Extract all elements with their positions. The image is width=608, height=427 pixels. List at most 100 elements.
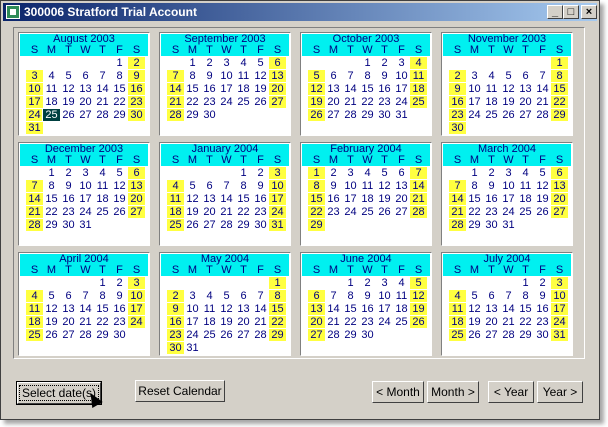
day-cell[interactable]: 20 [308, 316, 325, 328]
day-cell[interactable]: 7 [449, 180, 466, 192]
day-cell[interactable]: 22 [43, 206, 60, 218]
day-cell[interactable]: 1 [111, 57, 128, 69]
day-cell[interactable]: 2 [252, 167, 269, 179]
day-cell[interactable]: 1 [184, 57, 201, 69]
day-cell[interactable]: 10 [393, 70, 410, 82]
day-cell[interactable]: 29 [551, 109, 568, 121]
day-cell[interactable]: 22 [551, 96, 568, 108]
day-cell[interactable]: 28 [500, 329, 517, 341]
day-cell[interactable]: 18 [517, 193, 534, 205]
day-cell[interactable]: 10 [26, 83, 43, 95]
month-calendar[interactable]: October 2003 S M T W T F S 1 2 3 4 5 6 7 8 9 10 11 12 13 14 15… [300, 32, 432, 136]
day-cell[interactable]: 19 [60, 96, 77, 108]
day-cell[interactable]: 1 [359, 57, 376, 69]
month-calendar[interactable]: June 2004 S M T W T F S 1 2 3 4 5 6 7 8 9 10 11 12 13 14 15 16 1… [300, 252, 432, 356]
day-cell[interactable]: 27 [551, 206, 568, 218]
day-cell[interactable]: 20 [60, 316, 77, 328]
day-cell[interactable]: 29 [184, 109, 201, 121]
day-cell[interactable]: 3 [376, 277, 393, 289]
day-cell[interactable]: 23 [449, 109, 466, 121]
day-cell[interactable]: 28 [218, 219, 235, 231]
day-cell[interactable]: 9 [483, 180, 500, 192]
day-cell[interactable]: 23 [252, 206, 269, 218]
day-cell[interactable]: 6 [60, 290, 77, 302]
day-cell[interactable]: 6 [77, 70, 94, 82]
day-cell[interactable]: 7 [94, 70, 111, 82]
day-cell[interactable]: 18 [393, 303, 410, 315]
day-cell[interactable]: 28 [534, 109, 551, 121]
day-cell[interactable]: 21 [252, 316, 269, 328]
day-cell[interactable]: 6 [393, 167, 410, 179]
day-cell[interactable]: 28 [94, 109, 111, 121]
day-cell[interactable]: 9 [359, 290, 376, 302]
day-cell[interactable]: 1 [94, 277, 111, 289]
day-cell[interactable]: 2 [111, 277, 128, 289]
day-cell[interactable]: 1 [551, 57, 568, 69]
day-cell[interactable]: 12 [111, 180, 128, 192]
day-cell[interactable]: 19 [111, 193, 128, 205]
day-cell[interactable]: 5 [111, 167, 128, 179]
day-cell[interactable]: 21 [26, 206, 43, 218]
day-cell[interactable]: 21 [449, 206, 466, 218]
day-cell[interactable]: 12 [466, 303, 483, 315]
day-cell[interactable]: 10 [500, 180, 517, 192]
day-cell[interactable]: 30 [111, 329, 128, 341]
close-button[interactable]: × [581, 5, 597, 19]
day-cell[interactable]: 30 [201, 109, 218, 121]
day-cell[interactable]: 18 [167, 206, 184, 218]
month-calendar[interactable]: December 2003 S M T W T F S 1 2 3 4 5 6 7 8 9 10 11 12 13 14 1… [18, 142, 150, 246]
day-cell[interactable]: 20 [77, 96, 94, 108]
day-cell[interactable]: 3 [393, 57, 410, 69]
day-cell[interactable]: 21 [534, 96, 551, 108]
day-cell[interactable]: 27 [128, 206, 145, 218]
day-cell[interactable]: 7 [500, 290, 517, 302]
day-cell[interactable]: 15 [184, 83, 201, 95]
day-cell[interactable]: 13 [77, 83, 94, 95]
day-cell[interactable]: 21 [218, 206, 235, 218]
day-cell[interactable]: 8 [342, 290, 359, 302]
day-cell[interactable]: 24 [128, 316, 145, 328]
day-cell[interactable]: 27 [201, 219, 218, 231]
day-cell[interactable]: 28 [342, 109, 359, 121]
day-cell[interactable]: 15 [359, 83, 376, 95]
day-cell[interactable]: 3 [77, 167, 94, 179]
day-cell[interactable]: 1 [235, 167, 252, 179]
day-cell[interactable]: 21 [167, 96, 184, 108]
day-cell[interactable]: 2 [534, 277, 551, 289]
day-cell[interactable]: 14 [252, 303, 269, 315]
day-cell[interactable]: 17 [551, 303, 568, 315]
day-cell[interactable]: 16 [60, 193, 77, 205]
day-cell[interactable]: 5 [43, 290, 60, 302]
day-cell[interactable]: 28 [167, 109, 184, 121]
day-cell[interactable]: 7 [410, 167, 427, 179]
day-cell[interactable]: 3 [342, 167, 359, 179]
day-cell[interactable]: 10 [269, 180, 286, 192]
month-calendar[interactable]: January 2004 S M T W T F S 1 2 3 4 5 6 7 8 9 10 11 12 13 14 15… [159, 142, 291, 246]
day-cell[interactable]: 13 [308, 303, 325, 315]
day-cell[interactable]: 11 [359, 180, 376, 192]
month-calendar[interactable]: February 2004 S M T W T F S 1 2 3 4 5 6 7 8 9 10 11 12 13 14 1… [300, 142, 432, 246]
day-cell[interactable]: 3 [466, 70, 483, 82]
day-cell[interactable]: 26 [43, 329, 60, 341]
day-cell[interactable]: 24 [466, 109, 483, 121]
day-cell[interactable]: 10 [466, 83, 483, 95]
month-calendar[interactable]: July 2004 S M T W T F S 1 2 3 4 5 6 7 8 9 10 11 12 13 14 15 16 1… [441, 252, 573, 356]
day-cell[interactable]: 17 [26, 96, 43, 108]
day-cell[interactable]: 7 [167, 70, 184, 82]
day-cell[interactable]: 22 [94, 316, 111, 328]
day-cell[interactable]: 3 [269, 167, 286, 179]
day-cell[interactable]: 4 [449, 290, 466, 302]
day-cell[interactable]: 23 [534, 316, 551, 328]
day-cell[interactable]: 16 [325, 193, 342, 205]
day-cell[interactable]: 17 [466, 96, 483, 108]
day-cell[interactable]: 23 [111, 316, 128, 328]
day-cell[interactable]: 8 [111, 70, 128, 82]
day-cell[interactable]: 29 [111, 109, 128, 121]
day-cell[interactable]: 29 [359, 109, 376, 121]
day-cell[interactable]: 12 [60, 83, 77, 95]
day-cell[interactable]: 4 [393, 277, 410, 289]
day-cell[interactable]: 27 [517, 109, 534, 121]
day-cell[interactable]: 9 [449, 83, 466, 95]
day-cell[interactable]: 16 [359, 303, 376, 315]
day-cell[interactable]: 29 [466, 219, 483, 231]
